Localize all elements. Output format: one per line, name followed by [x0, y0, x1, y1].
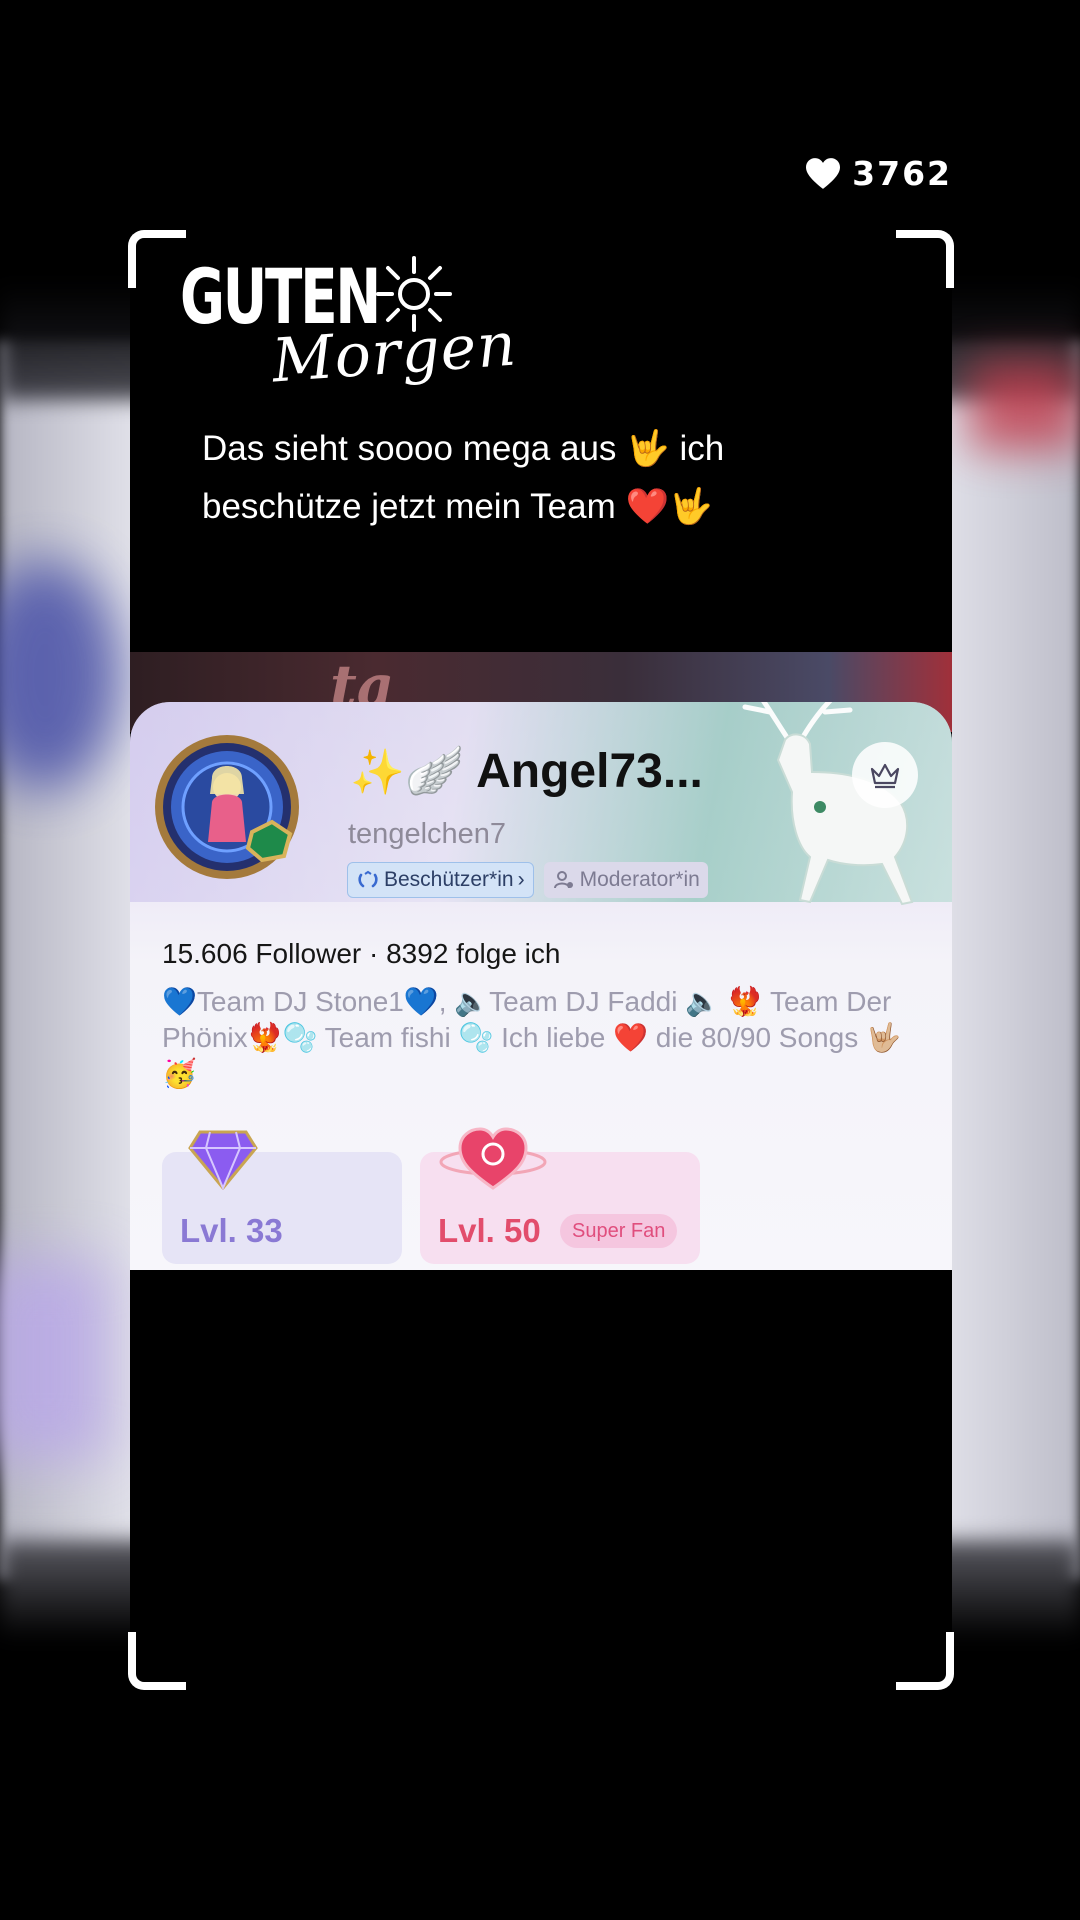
- frame-corner-bottom-right: [896, 1632, 954, 1690]
- follow-stats[interactable]: 15.606 Follower · 8392 folge ich: [162, 938, 560, 970]
- frame-corner-top-right: [896, 230, 954, 288]
- profile-bio: 💙Team DJ Stone1💙, 🔈Team DJ Faddi 🔈 🐦‍🔥 T…: [162, 986, 901, 1089]
- wing-icon: 🪽: [404, 745, 465, 798]
- heart-orbit-icon: [439, 1127, 547, 1190]
- comment-text: Das sieht soooo mega aus 🤟 ich beschütze…: [202, 429, 725, 526]
- role-badges: Beschützer*in › Moderator*in: [347, 862, 708, 898]
- blurred-accent-red: [970, 360, 1080, 450]
- crown-icon: [870, 763, 900, 789]
- level-fan-label: Lvl. 50: [438, 1212, 541, 1249]
- display-name-text: Angel73...: [476, 745, 703, 798]
- chevron-right-icon: ›: [517, 868, 525, 891]
- display-name: ✨🪽 Angel73...: [350, 742, 703, 799]
- shield-icon: [358, 870, 378, 888]
- frame-corner-bottom-left: [128, 1632, 186, 1690]
- moderator-icon: [553, 871, 573, 889]
- profile-card: ✨🪽 Angel73... tengelchen7 Beschützer*in …: [130, 702, 952, 1270]
- like-counter[interactable]: 3762: [806, 154, 952, 193]
- username: tengelchen7: [348, 818, 507, 850]
- avatar[interactable]: [152, 732, 302, 882]
- heart-icon: [806, 157, 841, 189]
- blurred-accent-purple: [0, 1260, 110, 1460]
- badge-moderator[interactable]: Moderator*in: [543, 862, 708, 898]
- badge-protector[interactable]: Beschützer*in ›: [347, 862, 534, 898]
- frame-corner-top-left: [128, 230, 186, 288]
- superfan-tag: Super Fan: [560, 1214, 678, 1248]
- badge-moderator-label: Moderator*in: [579, 868, 700, 891]
- sparkles-icon: ✨: [350, 748, 405, 797]
- badge-protector-label: Beschützer*in: [384, 868, 514, 891]
- level-gifter-label: Lvl. 33: [180, 1212, 283, 1249]
- crown-button[interactable]: [852, 742, 918, 808]
- diamond-gem-icon: [188, 1130, 258, 1190]
- like-count: 3762: [852, 154, 952, 193]
